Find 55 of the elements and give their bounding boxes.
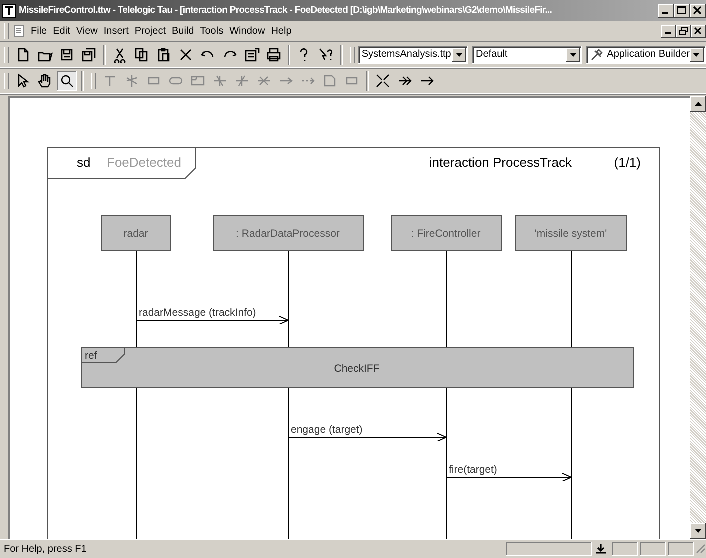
status-pane <box>612 542 638 556</box>
interaction-heading: interaction ProcessTrack <box>429 155 572 170</box>
minimize-button[interactable] <box>658 4 674 18</box>
download-icon <box>596 544 606 554</box>
maximize-button[interactable] <box>674 4 690 18</box>
tools-icon <box>590 48 604 62</box>
close-button[interactable] <box>691 24 706 38</box>
menu-item[interactable]: Window <box>226 26 268 36</box>
minimize-button[interactable] <box>661 24 676 38</box>
lifeline-head[interactable] <box>213 215 364 251</box>
menu-item[interactable]: File <box>28 26 50 36</box>
menu-item[interactable]: Project <box>132 26 169 36</box>
close-icon <box>693 6 703 15</box>
lifeline-name: radar <box>124 228 148 240</box>
status-text: For Help, press F1 <box>4 544 88 554</box>
page-number: (1/1) <box>614 155 641 170</box>
app-icon <box>2 4 16 18</box>
ref-label-box <box>81 347 125 363</box>
message-label: engage (target) <box>291 424 363 436</box>
vertical-scrollbar[interactable] <box>690 96 706 539</box>
lifeline-head[interactable] <box>391 215 502 251</box>
maximize-icon <box>677 6 687 15</box>
status-pane <box>668 542 694 556</box>
close-icon <box>694 27 703 35</box>
status-pane <box>640 542 666 556</box>
message-label: fire(target) <box>449 464 498 476</box>
magnifier-icon[interactable] <box>57 70 77 90</box>
document-icon <box>12 24 26 38</box>
lifeline-name: 'missile system' <box>534 228 608 240</box>
ref-name: CheckIFF <box>334 363 380 375</box>
lifeline-name: : FireController <box>411 228 481 240</box>
scroll-up-icon[interactable] <box>690 96 706 112</box>
dropdown[interactable]: SystemsAnalysis.ttp <box>358 46 468 64</box>
message-label: radarMessage (trackInfo) <box>139 307 256 319</box>
ref-keyword: ref <box>85 350 98 362</box>
lifeline-name: : RadarDataProcessor <box>236 228 340 240</box>
menu-item[interactable]: Tools <box>197 26 227 36</box>
resize-grip-icon <box>696 544 706 554</box>
menu-item[interactable]: Insert <box>100 26 132 36</box>
lifeline-head[interactable] <box>516 215 628 251</box>
frame-keyword: sd <box>77 155 91 170</box>
window-title: MissileFireControl.ttw - Telelogic Tau - [interaction ProcessTrack - FoeDetected [D:\igb\Marketing\webinars\G2\demo\MissileFir... <box>19 5 554 16</box>
reference-fragment[interactable] <box>81 347 634 388</box>
scroll-down-icon[interactable] <box>690 523 706 539</box>
frame-name: FoeDetected <box>107 155 182 170</box>
menu-item[interactable]: View <box>73 26 101 36</box>
lifeline-head[interactable] <box>102 215 172 251</box>
menu-item[interactable]: Build <box>169 26 198 36</box>
dropdown[interactable]: Default <box>472 46 582 64</box>
dropdown[interactable]: Application Builder <box>586 46 706 64</box>
menu-item[interactable]: Help <box>268 26 295 36</box>
menu-item[interactable]: Edit <box>50 26 74 36</box>
close-button[interactable] <box>690 4 706 18</box>
restore-icon <box>679 27 688 35</box>
restore-button[interactable] <box>676 24 691 38</box>
